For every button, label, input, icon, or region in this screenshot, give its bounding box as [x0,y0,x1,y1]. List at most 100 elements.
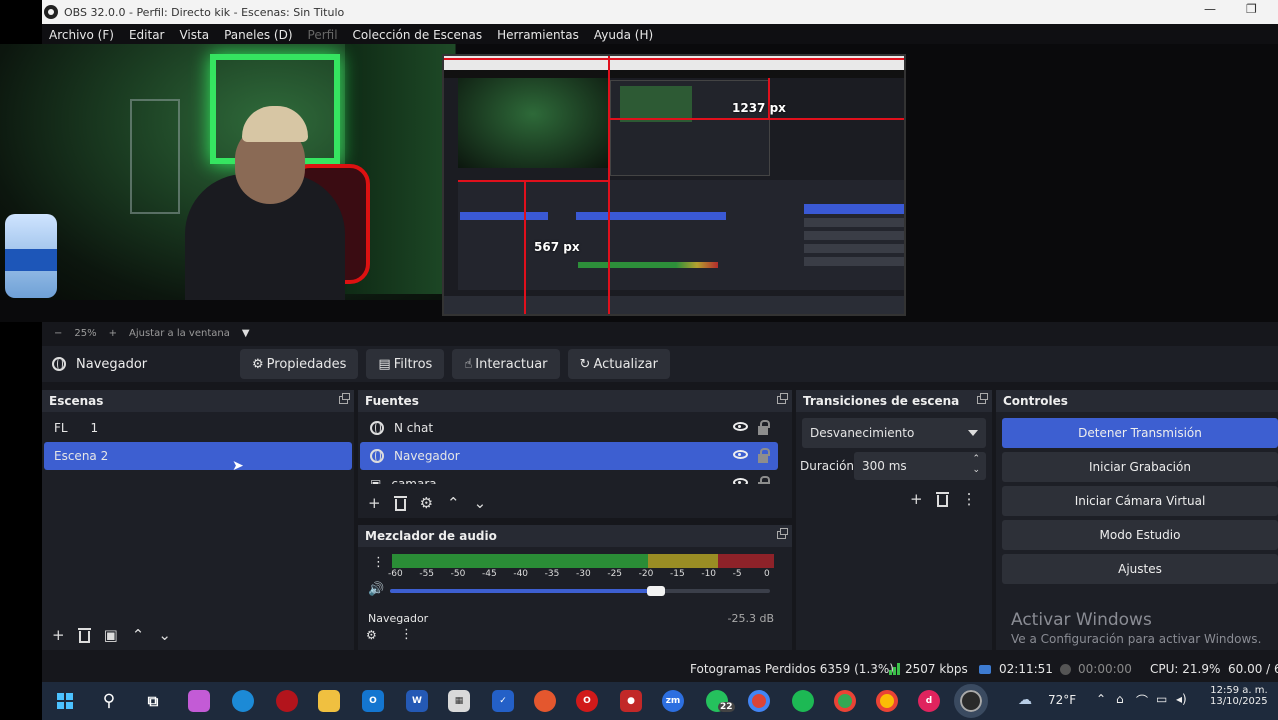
undock-icon[interactable] [777,393,788,404]
screen-recorder-icon[interactable]: ● [620,690,642,712]
lock-icon[interactable] [758,419,770,435]
remove-transition-icon[interactable] [935,491,949,507]
move-up-icon[interactable]: ⌃ [132,627,145,643]
transition-menu-icon[interactable]: ⋮ [962,491,977,507]
chrome-icon[interactable] [748,690,770,712]
zoom-in-button[interactable]: + [109,328,117,339]
copilot-icon[interactable] [188,690,210,712]
obs-taskbar-icon[interactable] [954,684,988,718]
source-properties-gear-icon[interactable]: ⚙ [420,495,433,511]
search-icon[interactable]: ⚲ [98,690,120,712]
menu-paneles[interactable]: Paneles (D) [217,28,300,42]
preview-canvas[interactable]: 1237 px 567 px [0,44,1278,322]
start-virtual-camera-button[interactable]: Iniciar Cámara Virtual [1002,486,1278,516]
speaker-icon[interactable]: 🔊 [368,582,384,597]
mixer-menu-icon[interactable]: ⋮ [400,627,413,642]
move-up-icon[interactable]: ⌃ [447,495,460,511]
tray-app-icon[interactable]: ⌂ [1116,692,1124,706]
globe-icon [370,421,384,435]
windows-start-icon[interactable] [54,690,76,712]
source-item-label: Navegador [394,449,460,463]
visibility-eye-icon[interactable] [733,477,748,484]
tray-volume-icon[interactable]: ◂) [1176,692,1187,706]
meter-scale-label: 0 [764,569,770,579]
chrome-profile-icon[interactable] [834,690,856,712]
obs-logo-icon [44,5,58,19]
remove-scene-icon[interactable] [77,627,91,643]
duration-input[interactable]: 300 ms ⌃ ⌄ [854,452,986,480]
zoom-out-button[interactable]: − [54,328,62,339]
move-down-icon[interactable]: ⌄ [474,495,487,511]
menu-herramientas[interactable]: Herramientas [490,28,587,42]
stop-streaming-button[interactable]: Detener Transmisión [1002,418,1278,448]
maximize-button[interactable]: ❐ [1246,2,1257,16]
file-explorer-icon[interactable] [318,690,340,712]
studio-mode-button[interactable]: Modo Estudio [1002,520,1278,550]
chrome-orange-icon[interactable] [534,690,556,712]
tray-battery-icon[interactable]: ▭ [1156,692,1167,706]
edge-icon[interactable] [232,690,254,712]
volume-slider-handle[interactable] [647,586,665,596]
lock-icon[interactable] [758,447,770,463]
menu-ayuda[interactable]: Ayuda (H) [587,28,661,42]
menu-perfil[interactable]: Perfil [301,28,346,42]
undock-icon[interactable] [977,393,988,404]
start-recording-button[interactable]: Iniciar Grabación [1002,452,1278,482]
sources-toolbar: + ⚙ ⌃ ⌄ [358,490,486,516]
advanced-audio-gear-icon[interactable]: ⚙ [366,628,377,642]
properties-label: Propiedades [266,356,347,372]
bitrate-status: 2507 kbps [889,662,968,676]
add-scene-icon[interactable]: + [52,627,65,643]
refresh-button[interactable]: ↻ Actualizar [567,349,670,379]
spotify-icon[interactable] [792,690,814,712]
channel-menu-icon[interactable]: ⋮ [372,555,385,570]
zoom-fit-label[interactable]: Ajustar a la ventana [129,328,230,339]
remove-source-icon[interactable] [393,495,407,511]
menu-vista[interactable]: Vista [172,28,217,42]
tray-network-icon[interactable]: ⌒ [1136,692,1148,709]
source-item[interactable]: N chat [360,414,778,442]
add-transition-icon[interactable]: + [910,491,923,507]
source-item[interactable]: ▣ camara [360,470,778,484]
undock-icon[interactable] [777,528,788,539]
word-icon[interactable]: W [406,690,428,712]
zoom-dropdown-icon[interactable]: ▼ [242,328,250,339]
scene-item[interactable]: FL 1 [44,414,352,442]
mouse-cursor-icon: ➤ [232,458,244,474]
menu-editar[interactable]: Editar [122,28,173,42]
visibility-eye-icon[interactable] [733,421,748,431]
scene-filters-icon[interactable]: ▣ [104,627,118,643]
spinner-arrows-icon[interactable]: ⌃ ⌄ [972,454,980,476]
scene-item-label: Escena 2 [54,449,109,463]
whatsapp-icon[interactable]: 22 [706,690,735,712]
filters-button[interactable]: ▤ Filtros [366,349,445,379]
chrome-profile-2-icon[interactable] [876,690,898,712]
transition-select[interactable]: Desvanecimiento [802,418,986,448]
scene-item-selected[interactable]: Escena 2 ➤ [44,442,352,474]
rec-time-value: 00:00:00 [1078,662,1132,676]
undock-icon[interactable] [339,393,350,404]
app-d-icon[interactable]: d [918,690,940,712]
clock[interactable]: 12:59 a. m. 13/10/2025 [1210,685,1268,707]
add-source-icon[interactable]: + [368,495,381,511]
zoom-app-icon[interactable]: zm [662,690,684,712]
outlook-icon[interactable]: O [362,690,384,712]
menu-archivo[interactable]: Archivo (F) [42,28,122,42]
settings-button[interactable]: Ajustes [1002,554,1278,584]
lock-icon[interactable] [758,475,770,484]
move-down-icon[interactable]: ⌄ [158,627,171,643]
menu-coleccion-escenas[interactable]: Colección de Escenas [346,28,491,42]
visibility-eye-icon[interactable] [733,449,748,459]
weather-temp[interactable]: 72°F [1048,693,1076,707]
tray-chevron-up-icon[interactable]: ⌃ [1096,692,1106,706]
defender-icon[interactable]: ✓ [492,690,514,712]
source-item-selected[interactable]: Navegador [360,442,778,470]
task-view-icon[interactable]: ⧉ [142,690,164,712]
minimize-button[interactable]: — [1204,2,1216,16]
properties-button[interactable]: ⚙ Propiedades [240,349,359,379]
opera-icon[interactable]: O [576,690,598,712]
interact-button[interactable]: ☝ Interactuar [452,349,560,379]
meter-scale-label: -5 [732,569,742,579]
security-app-icon[interactable] [276,690,298,712]
calculator-icon[interactable]: ▦ [448,690,470,712]
